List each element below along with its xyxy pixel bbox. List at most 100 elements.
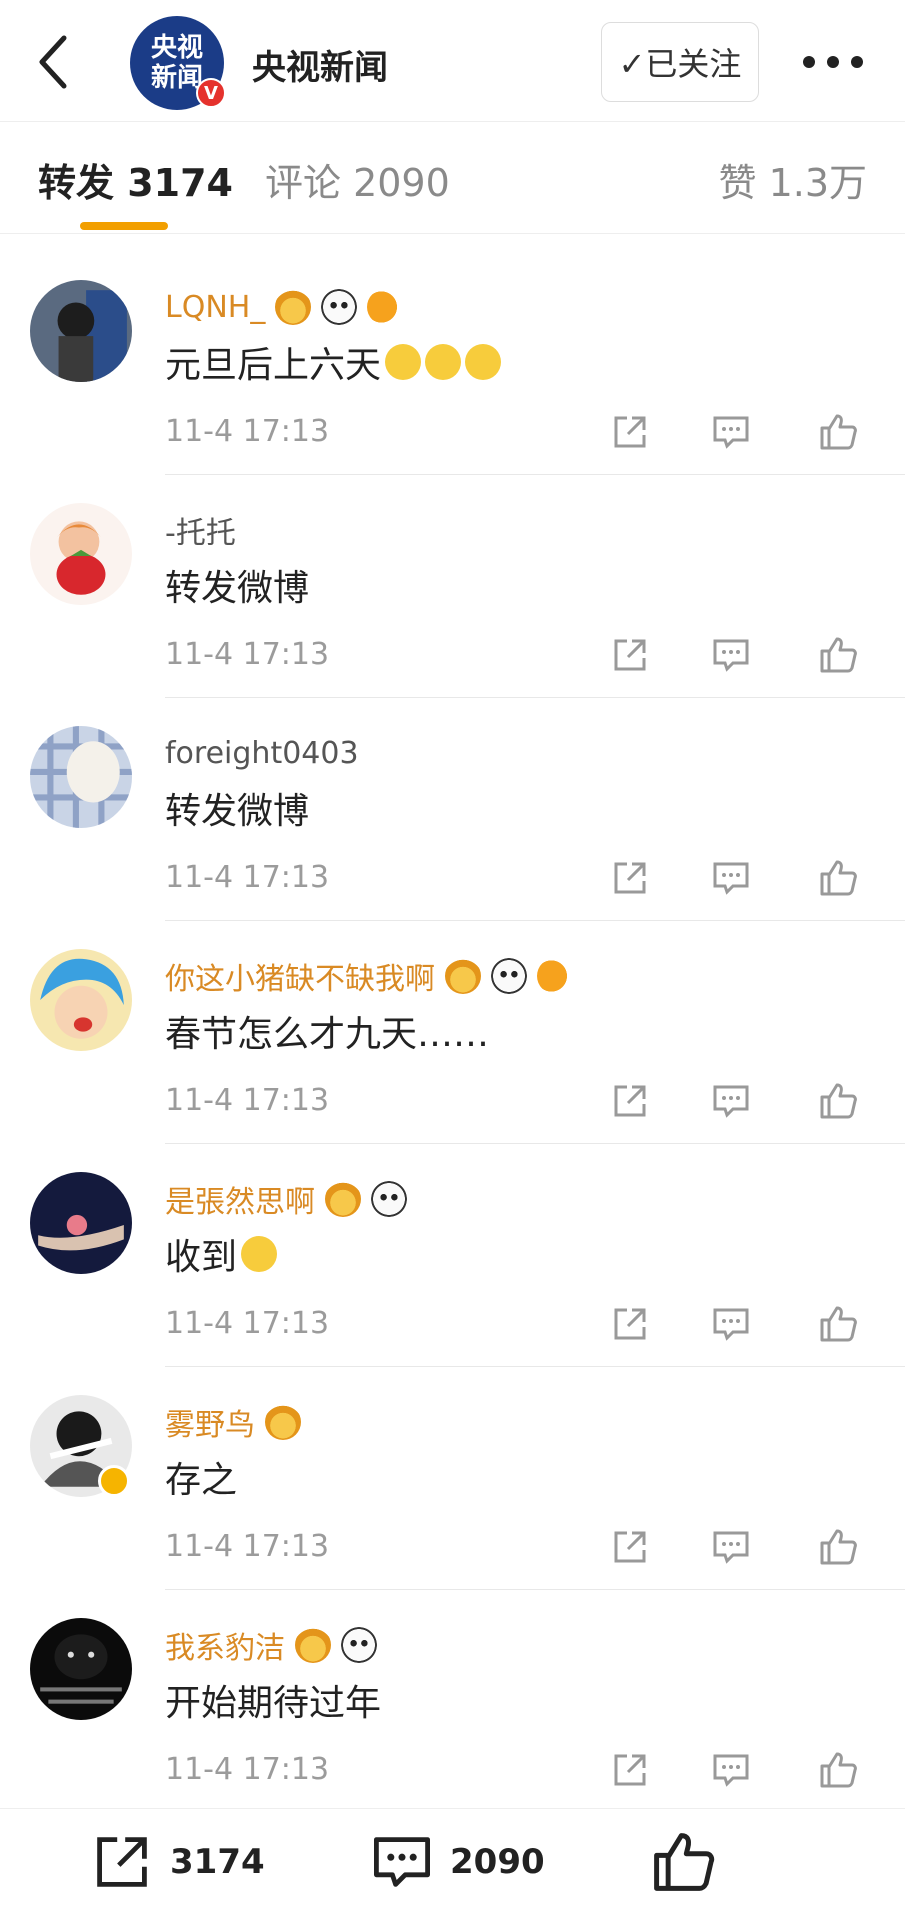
list-item: 你这小猪缺不缺我啊 春节怎么才九天…… 11-4 17:13 bbox=[0, 921, 905, 1144]
repost-text: 开始期待过年 bbox=[165, 1683, 382, 1724]
avatar[interactable] bbox=[30, 1172, 132, 1274]
avatar[interactable] bbox=[30, 949, 132, 1051]
avatar-text-line2: 新闻 bbox=[150, 63, 203, 93]
username[interactable]: 雾野鸟 bbox=[165, 1400, 255, 1444]
panda-badge-icon bbox=[491, 958, 527, 994]
list-item: -托托 转发微博 11-4 17:13 bbox=[0, 475, 905, 698]
list-item: 雾野鸟 存之 11-4 17:13 bbox=[0, 1367, 905, 1590]
verified-badge: V bbox=[196, 78, 226, 108]
user-row: foreight0403 bbox=[165, 730, 359, 776]
repost-text-row: 转发微博 bbox=[165, 559, 309, 611]
comment-icon[interactable] bbox=[711, 1527, 751, 1567]
avatar-text-line1: 央视 bbox=[150, 33, 203, 63]
share-icon[interactable] bbox=[610, 1304, 650, 1344]
like-button[interactable] bbox=[650, 1827, 716, 1897]
thumb-up-icon[interactable] bbox=[818, 1304, 858, 1344]
comment-button[interactable]: 2090 bbox=[370, 1827, 545, 1897]
avatar[interactable] bbox=[30, 726, 132, 828]
repost-text-row: 元旦后上六天 bbox=[165, 336, 502, 388]
username[interactable]: 我系豹洁 bbox=[165, 1623, 285, 1667]
fish-badge-icon bbox=[367, 289, 404, 325]
account-avatar[interactable]: 央视 新闻 V bbox=[130, 16, 226, 110]
repost-text: 元旦后上六天 bbox=[165, 345, 382, 386]
crown-badge-icon bbox=[275, 289, 312, 325]
thumb-up-icon[interactable] bbox=[818, 1527, 858, 1567]
share-icon[interactable] bbox=[610, 858, 650, 898]
back-arrow-icon[interactable] bbox=[30, 30, 78, 94]
fish-badge-icon bbox=[537, 958, 573, 994]
username[interactable]: -托托 bbox=[165, 508, 236, 552]
repost-button[interactable]: 3174 bbox=[90, 1827, 265, 1897]
repost-text-row: 春节怎么才九天…… bbox=[165, 1005, 489, 1057]
avatar[interactable] bbox=[30, 503, 132, 605]
thumb-up-icon bbox=[654, 1833, 715, 1891]
username[interactable]: foreight0403 bbox=[165, 736, 359, 771]
tab-reposts[interactable]: 转发 3174 bbox=[38, 152, 233, 207]
thumb-up-icon[interactable] bbox=[818, 1750, 858, 1790]
repost-list: LQNH_ 元旦后上六天 11-4 17:13 -托托 转发微博 11-4 17… bbox=[0, 252, 905, 1813]
top-bar: 央视 新闻 V 央视新闻 ✓已关注 bbox=[0, 0, 905, 122]
emoji-icon bbox=[465, 344, 502, 380]
crown-badge-icon bbox=[445, 958, 481, 994]
comment-icon bbox=[374, 1837, 430, 1887]
panda-badge-icon bbox=[341, 1627, 377, 1663]
crown-badge-icon bbox=[265, 1404, 301, 1440]
list-item: LQNH_ 元旦后上六天 11-4 17:13 bbox=[0, 252, 905, 475]
repost-text: 转发微博 bbox=[165, 791, 310, 832]
crown-badge-icon bbox=[325, 1181, 361, 1217]
repost-text: 转发微博 bbox=[165, 568, 310, 609]
share-icon bbox=[97, 1837, 147, 1887]
comment-icon[interactable] bbox=[711, 635, 751, 675]
panda-badge-icon bbox=[371, 1181, 407, 1217]
bottom-action-bar: 3174 2090 bbox=[0, 1808, 905, 1916]
repost-text-row: 收到 bbox=[165, 1228, 278, 1280]
comment-icon[interactable] bbox=[711, 412, 751, 452]
username[interactable]: 是張然思啊 bbox=[165, 1177, 315, 1221]
timestamp: 11-4 17:13 bbox=[165, 1529, 330, 1564]
timestamp: 11-4 17:13 bbox=[165, 637, 330, 672]
share-icon[interactable] bbox=[610, 412, 650, 452]
comment-icon[interactable] bbox=[711, 1750, 751, 1790]
thumb-up-icon[interactable] bbox=[818, 858, 858, 898]
username[interactable]: 你这小猪缺不缺我啊 bbox=[165, 954, 435, 998]
emoji-icon bbox=[385, 344, 422, 380]
emoji-icon bbox=[241, 1236, 278, 1272]
timestamp: 11-4 17:13 bbox=[165, 1752, 330, 1787]
active-tab-indicator bbox=[80, 222, 168, 230]
comment-icon[interactable] bbox=[711, 1081, 751, 1121]
tab-likes[interactable]: 赞 1.3万 bbox=[718, 152, 867, 207]
user-row: 雾野鸟 bbox=[165, 1399, 301, 1445]
repost-text: 存之 bbox=[165, 1460, 238, 1501]
thumb-up-icon[interactable] bbox=[818, 1081, 858, 1121]
repost-text-row: 开始期待过年 bbox=[165, 1674, 381, 1726]
share-icon[interactable] bbox=[610, 1750, 650, 1790]
avatar[interactable] bbox=[30, 280, 132, 382]
thumb-up-icon[interactable] bbox=[818, 412, 858, 452]
list-item: 是張然思啊 收到 11-4 17:13 bbox=[0, 1144, 905, 1367]
list-item: foreight0403 转发微博 11-4 17:13 bbox=[0, 698, 905, 921]
thumb-up-icon[interactable] bbox=[818, 635, 858, 675]
following-button[interactable]: ✓已关注 bbox=[601, 22, 759, 102]
account-name[interactable]: 央视新闻 bbox=[252, 40, 388, 89]
repost-text: 收到 bbox=[165, 1237, 238, 1278]
more-dots-icon[interactable] bbox=[803, 52, 863, 72]
user-row: 我系豹洁 bbox=[165, 1622, 377, 1668]
timestamp: 11-4 17:13 bbox=[165, 1306, 330, 1341]
comment-icon[interactable] bbox=[711, 1304, 751, 1344]
repost-count: 3174 bbox=[170, 1842, 265, 1882]
share-icon[interactable] bbox=[610, 1527, 650, 1567]
comment-icon[interactable] bbox=[711, 858, 751, 898]
repost-text-row: 存之 bbox=[165, 1451, 237, 1503]
repost-text-row: 转发微博 bbox=[165, 782, 309, 834]
emoji-icon bbox=[425, 344, 462, 380]
user-row: 是張然思啊 bbox=[165, 1176, 407, 1222]
tab-comments[interactable]: 评论 2090 bbox=[265, 152, 450, 207]
timestamp: 11-4 17:13 bbox=[165, 860, 330, 895]
avatar[interactable] bbox=[30, 1618, 132, 1720]
share-icon[interactable] bbox=[610, 1081, 650, 1121]
tab-bar: 转发 3174 评论 2090 赞 1.3万 bbox=[0, 122, 905, 234]
username[interactable]: LQNH_ bbox=[165, 290, 265, 325]
comment-count: 2090 bbox=[450, 1842, 545, 1882]
share-icon[interactable] bbox=[610, 635, 650, 675]
timestamp: 11-4 17:13 bbox=[165, 1083, 330, 1118]
